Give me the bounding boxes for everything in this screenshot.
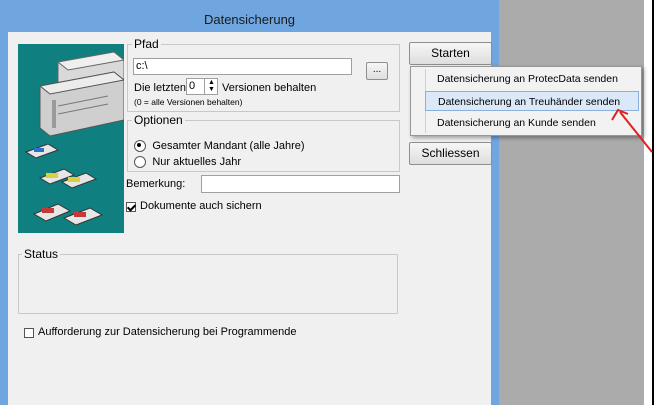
pfad-legend: Pfad — [132, 37, 161, 51]
versions-stepper[interactable]: 0 ▲ ▼ — [186, 78, 218, 95]
versions-hint: (0 = alle Versionen behalten) — [134, 97, 243, 107]
path-input[interactable]: c:\ — [133, 58, 352, 75]
menu-item-protecdata[interactable]: Datensicherung an ProtecData senden — [425, 69, 639, 89]
dokumente-checkbox[interactable] — [126, 202, 136, 212]
dokumente-label: Dokumente auch sichern — [140, 200, 262, 212]
optionen-legend: Optionen — [132, 113, 185, 127]
radio-all-years-label: Gesamter Mandant (alle Jahre) — [152, 139, 305, 152]
bemerkung-input[interactable] — [201, 175, 400, 193]
background-area — [499, 0, 644, 405]
schliessen-button[interactable]: Schliessen — [409, 142, 492, 165]
starten-button[interactable]: Starten — [409, 42, 492, 65]
reminder-checkbox[interactable] — [24, 328, 34, 338]
right-border-line — [652, 0, 654, 405]
backup-illustration — [18, 44, 124, 233]
radio-button-checked[interactable] — [134, 139, 146, 152]
browse-button[interactable]: ... — [366, 62, 388, 80]
annotation-arrow-icon — [611, 108, 653, 153]
status-legend: Status — [22, 247, 61, 261]
status-group: Status — [18, 247, 398, 314]
versions-value: 0 — [189, 80, 196, 92]
stepper-arrows-icon[interactable]: ▲ ▼ — [204, 79, 218, 94]
bemerkung-label: Bemerkung: — [126, 178, 186, 190]
radio-current-year-label: Nur aktuelles Jahr — [152, 155, 241, 168]
radio-all-years[interactable]: Gesamter Mandant (alle Jahre) — [134, 138, 305, 152]
reminder-label: Aufforderung zur Datensicherung bei Prog… — [38, 326, 297, 338]
versions-prefix-label: Die letzten — [134, 82, 186, 94]
disk-icon — [24, 143, 60, 159]
radio-current-year[interactable]: Nur aktuelles Jahr — [134, 154, 241, 168]
window-title: Datensicherung — [0, 8, 499, 32]
radio-button[interactable] — [134, 155, 146, 168]
versions-suffix-label: Versionen behalten — [222, 82, 317, 94]
